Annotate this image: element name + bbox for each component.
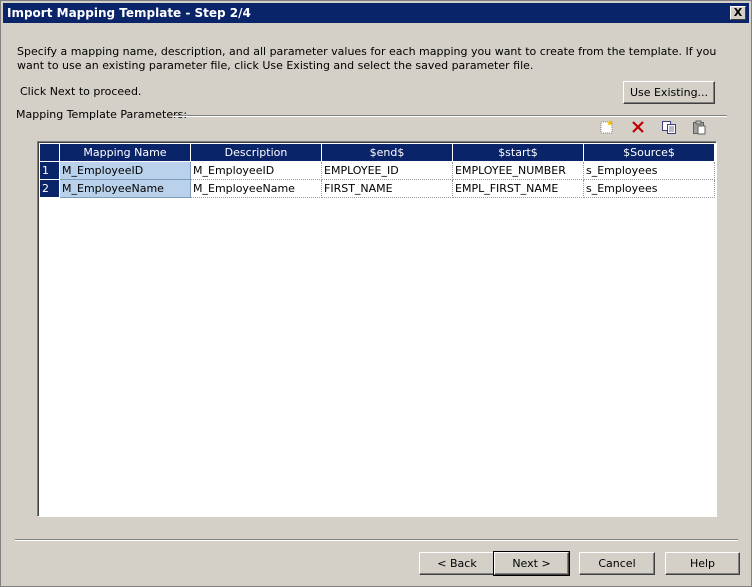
row-number[interactable]: 1 — [39, 161, 60, 180]
column-header[interactable]: Description — [190, 143, 322, 162]
column-header[interactable]: $Source$ — [583, 143, 715, 162]
title-bar: Import Mapping Template - Step 2/4 X — [3, 3, 749, 23]
column-header[interactable]: $end$ — [321, 143, 453, 162]
next-button[interactable]: Next > — [493, 551, 570, 576]
source-cell[interactable]: s_Employees — [583, 161, 715, 180]
group-label: Mapping Template Parameters: — [16, 108, 192, 121]
start-cell[interactable]: EMPLOYEE_NUMBER — [452, 161, 584, 180]
column-header[interactable]: $start$ — [452, 143, 584, 162]
table-row[interactable]: 2 M_EmployeeName M_EmployeeName FIRST_NA… — [39, 179, 715, 198]
close-button[interactable]: X — [730, 6, 746, 20]
row-number[interactable]: 2 — [39, 179, 60, 198]
description-cell[interactable]: M_EmployeeID — [190, 161, 322, 180]
new-row-icon[interactable] — [599, 119, 615, 135]
mapping-name-cell[interactable]: M_EmployeeName — [59, 179, 191, 198]
proceed-text: Click Next to proceed. — [20, 85, 142, 98]
parameters-grid[interactable]: Mapping Name Description $end$ $start$ $… — [37, 141, 717, 517]
mapping-name-cell[interactable]: M_EmployeeID — [59, 161, 191, 180]
footer-divider — [15, 539, 738, 541]
end-cell[interactable]: EMPLOYEE_ID — [321, 161, 453, 180]
back-button[interactable]: < Back — [419, 552, 495, 575]
delete-icon[interactable] — [630, 119, 646, 135]
source-cell[interactable]: s_Employees — [583, 179, 715, 198]
column-header[interactable]: Mapping Name — [59, 143, 191, 162]
help-button[interactable]: Help — [665, 552, 740, 575]
start-cell[interactable]: EMPL_FIRST_NAME — [452, 179, 584, 198]
cancel-button[interactable]: Cancel — [579, 552, 655, 575]
use-existing-button[interactable]: Use Existing... — [623, 81, 715, 104]
corner-cell — [39, 143, 60, 162]
import-mapping-dialog: Import Mapping Template - Step 2/4 X Spe… — [0, 0, 752, 587]
parameters-table: Mapping Name Description $end$ $start$ $… — [39, 143, 715, 198]
instructions-text: Specify a mapping name, description, and… — [17, 45, 717, 72]
header-row: Mapping Name Description $end$ $start$ $… — [39, 143, 715, 162]
group-divider — [173, 115, 727, 117]
end-cell[interactable]: FIRST_NAME — [321, 179, 453, 198]
copy-icon[interactable] — [661, 119, 677, 135]
description-cell[interactable]: M_EmployeeName — [190, 179, 322, 198]
paste-icon[interactable] — [691, 119, 707, 135]
table-row[interactable]: 1 M_EmployeeID M_EmployeeID EMPLOYEE_ID … — [39, 161, 715, 180]
window-title: Import Mapping Template - Step 2/4 — [7, 6, 251, 20]
